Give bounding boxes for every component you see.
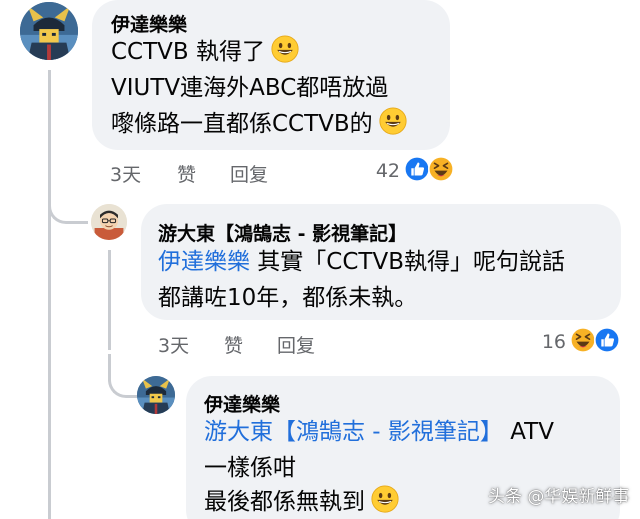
like-button[interactable]: 赞 (224, 331, 243, 358)
grinning-face-icon (379, 107, 407, 135)
reply-button[interactable]: 回复 (230, 160, 268, 187)
comment-text-line: 最後都係無執到 (204, 484, 399, 519)
thread-line (108, 250, 111, 350)
reaction-count[interactable]: 42 (360, 160, 400, 182)
avatar[interactable] (137, 376, 175, 414)
comment-time[interactable]: 3天 (158, 331, 189, 358)
like-reaction-icon[interactable] (594, 327, 620, 353)
avatar[interactable] (91, 204, 127, 240)
comment-text-line: VIUTV連海外ABC都唔放過 (111, 75, 389, 101)
comment-text-line: 嚟條路一直都係CCTVB的 (111, 106, 407, 142)
watermark: 头条 @华娱新鲜事 (488, 487, 630, 507)
comment-text-line: 都講咗10年，都係未執。 (158, 285, 418, 311)
like-button[interactable]: 赞 (177, 160, 196, 187)
comment-text: CCTVB 執得了 (111, 39, 265, 65)
comment-time[interactable]: 3天 (110, 160, 141, 187)
comment-author[interactable]: 伊達樂樂 (204, 390, 280, 417)
thread-line (48, 220, 51, 519)
reaction-count[interactable]: 16 (528, 331, 566, 353)
thread-connector (108, 354, 138, 398)
like-reaction-icon[interactable] (404, 156, 430, 182)
comment-text: ATV (502, 419, 554, 445)
comment-text: 最後都係無執到 (204, 489, 365, 515)
comment-author[interactable]: 伊達樂樂 (111, 10, 187, 37)
haha-reaction-icon[interactable] (428, 156, 454, 182)
comment-author[interactable]: 游大東【鴻鵠志 - 影視筆記】 (158, 219, 407, 246)
comment-text-line: 伊達樂樂 其實「CCTVB執得」呢句說話 (158, 244, 565, 280)
comment-text-line: 一樣係咁 (204, 455, 296, 481)
mention-link[interactable]: 伊達樂樂 (158, 249, 250, 275)
comment-text: 其實「CCTVB執得」呢句說話 (250, 249, 565, 275)
reply-button[interactable]: 回复 (277, 331, 315, 358)
thread-connector (48, 180, 88, 224)
comment-text-line: 游大東【鴻鵠志 - 影視筆記】 ATV (204, 414, 554, 450)
grinning-face-icon (271, 35, 299, 63)
comment-text-line: CCTVB 執得了 (111, 34, 299, 70)
comment-text: 嚟條路一直都係CCTVB的 (111, 111, 373, 137)
mention-link[interactable]: 游大東【鴻鵠志 - 影視筆記】 (204, 419, 503, 445)
haha-reaction-icon[interactable] (570, 327, 596, 353)
grinning-face-icon (371, 485, 399, 513)
avatar[interactable] (20, 2, 78, 60)
